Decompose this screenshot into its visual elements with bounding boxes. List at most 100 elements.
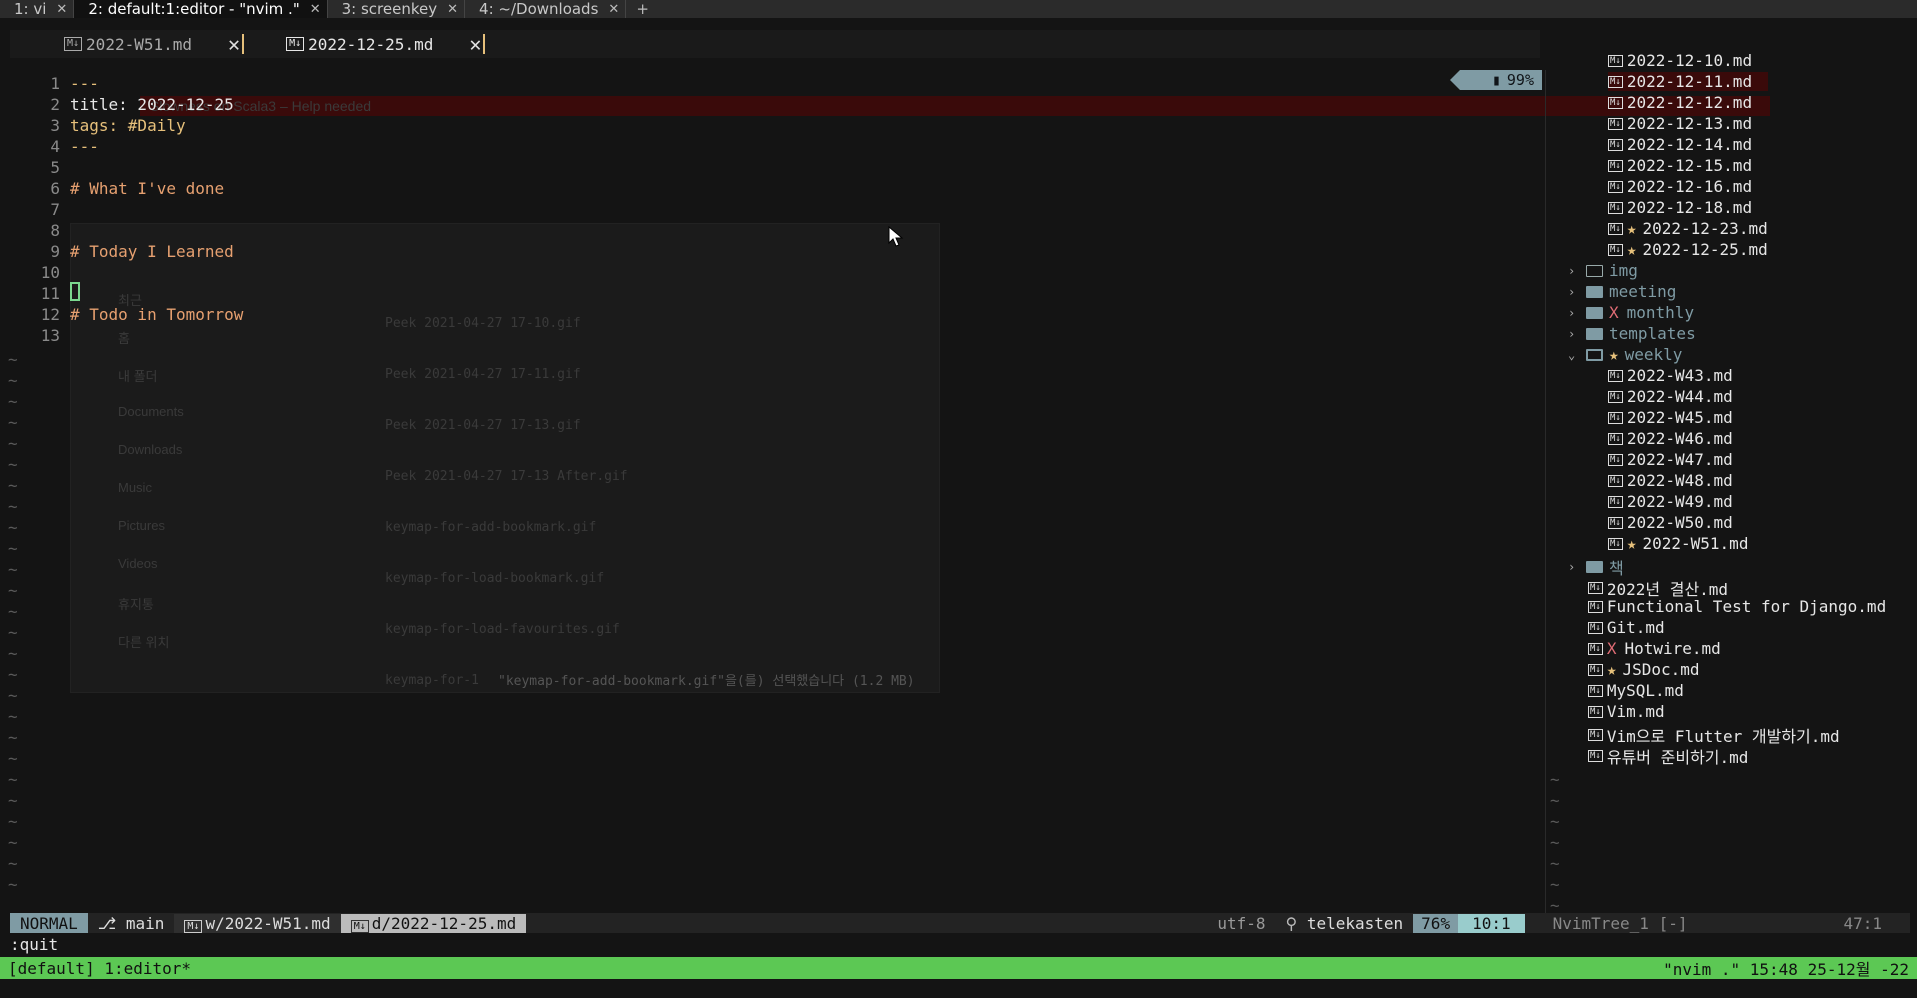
tree-item-label: MySQL.md: [1606, 681, 1684, 700]
code-line[interactable]: # Today I Learned: [70, 242, 234, 261]
terminal-tab-label: 3: screenkey: [341, 0, 438, 18]
chevron-right-icon[interactable]: ›: [1568, 327, 1582, 341]
tree-item-label: 2022-12-18.md: [1626, 198, 1753, 217]
editor-area[interactable]: Slowness on Scala3 – Help needed 최근 홈 내 폴더…: [0, 18, 1917, 936]
battery-label: 99%: [1506, 71, 1534, 89]
tree-file[interactable]: M↓ Git.md: [1588, 618, 1665, 637]
empty-line-tilde: ~: [1550, 791, 1560, 810]
tree-file[interactable]: M↓ 2022-W49.md: [1608, 492, 1733, 511]
chevron-down-icon[interactable]: ⌄: [1568, 348, 1582, 362]
close-icon[interactable]: ✕: [310, 2, 321, 17]
tree-file[interactable]: M↓ 2022-12-11.md: [1608, 72, 1768, 91]
terminal-tab[interactable]: 2: default:1:editor - "nvim ." ✕: [74, 0, 328, 18]
tree-item-label: 2022-12-11.md: [1626, 72, 1753, 91]
tree-file[interactable]: M↓ 2022-12-12.md: [1608, 93, 1752, 112]
tree-file[interactable]: M↓ MySQL.md: [1588, 681, 1684, 700]
tree-file[interactable]: M↓ ★ 2022-W51.md: [1608, 534, 1748, 553]
empty-line-tilde: ~: [8, 791, 18, 810]
tree-file[interactable]: M↓ 2022-W44.md: [1608, 387, 1733, 406]
chevron-right-icon[interactable]: ›: [1568, 560, 1582, 574]
chevron-right-icon[interactable]: ›: [1568, 264, 1582, 278]
tree-file[interactable]: M↓ 2022-12-14.md: [1608, 135, 1752, 154]
tree-file[interactable]: M↓ ★ 2022-12-25.md: [1608, 240, 1768, 259]
buffer-tab-label: 2022-12-25.md: [308, 34, 434, 54]
tree-item-label: templates: [1609, 324, 1696, 343]
background-sidebar-item: Music: [118, 480, 152, 495]
tree-file[interactable]: M↓ 2022-W45.md: [1608, 408, 1733, 427]
tree-file[interactable]: M↓ Vim.md: [1588, 702, 1665, 721]
terminal-tab[interactable]: 4: ~/Downloads ✕: [465, 0, 627, 18]
buffer-tab[interactable]: M↓ 2022-W51.md ✕: [58, 31, 250, 57]
tmux-session: [default] 1:editor*: [8, 958, 192, 978]
buffer-tab[interactable]: M↓ 2022-12-25.md ✕: [280, 31, 491, 57]
tree-file[interactable]: M↓ 2022-W50.md: [1608, 513, 1733, 532]
tree-file[interactable]: M↓ 2022-W43.md: [1608, 366, 1733, 385]
terminal-tab[interactable]: 1: vi ✕: [0, 0, 75, 18]
tree-item-label: 2022-W49.md: [1626, 492, 1733, 511]
tree-file[interactable]: M↓ 2022-W46.md: [1608, 429, 1733, 448]
chevron-right-icon[interactable]: ›: [1568, 285, 1582, 299]
close-icon[interactable]: ✕: [56, 2, 67, 17]
line-number: 7: [50, 200, 60, 219]
close-icon[interactable]: ✕: [608, 2, 619, 17]
empty-line-tilde: ~: [8, 749, 18, 768]
md-icon: M↓: [1608, 390, 1623, 403]
add-tab-button[interactable]: +: [626, 0, 659, 18]
background-file-item: keymap-for-load-favourites.gif: [385, 622, 620, 637]
tree-file[interactable]: M↓ 유튜버 준비하기.md: [1588, 744, 1748, 768]
code-line[interactable]: title: 2022-12-25: [70, 95, 234, 114]
tree-folder[interactable]: › meeting: [1568, 282, 1676, 301]
code-line[interactable]: tags: #Daily: [70, 116, 186, 135]
chevron-right-icon[interactable]: ›: [1568, 306, 1582, 320]
tree-file[interactable]: M↓ 2022-W47.md: [1608, 450, 1733, 469]
tree-file[interactable]: M↓ 2022-12-18.md: [1608, 198, 1752, 217]
status-buffer-2[interactable]: M↓ d/2022-12-25.md: [340, 913, 527, 933]
terminal-tab[interactable]: 3: screenkey ✕: [328, 0, 466, 18]
tree-file[interactable]: M↓ 2022-12-16.md: [1608, 177, 1752, 196]
tree-file[interactable]: M↓ 2022-12-15.md: [1608, 156, 1752, 175]
md-icon: M↓: [1608, 54, 1623, 67]
md-icon: M↓: [1588, 663, 1603, 676]
line-number: 2: [50, 95, 60, 114]
tree-folder[interactable]: › Xmonthly: [1568, 303, 1694, 322]
close-icon[interactable]: ✕: [469, 32, 481, 56]
tree-file[interactable]: M↓ ★ JSDoc.md: [1588, 660, 1700, 679]
code-line[interactable]: # Todo in Tomorrow: [70, 305, 243, 324]
status-buffer-1[interactable]: M↓ w/2022-W51.md: [174, 913, 341, 933]
tree-file[interactable]: M↓ ★ 2022-12-23.md: [1608, 219, 1768, 238]
tree-folder[interactable]: › img: [1568, 261, 1638, 280]
star-icon: ★: [1609, 345, 1619, 364]
filetype-label: telekasten: [1306, 913, 1404, 933]
cursor-position: 10:1: [1458, 913, 1525, 933]
close-icon[interactable]: ✕: [447, 2, 458, 17]
tree-file[interactable]: M↓ 2022-W48.md: [1608, 471, 1733, 490]
md-icon: M↓: [1588, 621, 1603, 634]
code-line[interactable]: ---: [70, 74, 99, 93]
close-icon[interactable]: ✕: [228, 32, 240, 56]
tree-folder[interactable]: › templates: [1568, 324, 1696, 343]
tree-file[interactable]: M↓ Functional Test for Django.md: [1588, 597, 1886, 616]
tree-file[interactable]: M↓ 2022-12-13.md: [1608, 114, 1752, 133]
md-icon: M↓: [1608, 474, 1623, 487]
line-number: 1: [50, 74, 60, 93]
tree-item-label: 2022-12-23.md: [1642, 219, 1768, 238]
star-icon: ★: [1626, 240, 1637, 259]
line-number: 13: [40, 326, 60, 345]
command-line[interactable]: :quit: [10, 935, 58, 954]
code-line[interactable]: # What I've done: [70, 179, 224, 198]
tree-file[interactable]: M↓ 2022-12-10.md: [1608, 51, 1752, 70]
background-banner: [140, 96, 1770, 116]
mode-indicator: NORMAL: [10, 913, 88, 933]
tree-folder[interactable]: ⌄ ★ weekly: [1568, 345, 1682, 364]
tree-item-label: Functional Test for Django.md: [1606, 597, 1887, 616]
tree-file[interactable]: M↓ X Hotwire.md: [1588, 639, 1721, 658]
terminal-tab-label: 4: ~/Downloads: [479, 0, 599, 18]
tree-item-label: 2022-12-15.md: [1626, 156, 1753, 175]
empty-line-tilde: ~: [8, 875, 18, 894]
tree-item-label: JSDoc.md: [1622, 660, 1700, 679]
md-icon: M↓: [1588, 684, 1603, 697]
code-line[interactable]: ---: [70, 137, 99, 156]
md-icon: M↓: [1608, 369, 1623, 382]
tree-item-label: Git.md: [1606, 618, 1665, 637]
empty-line-tilde: ~: [8, 560, 18, 579]
